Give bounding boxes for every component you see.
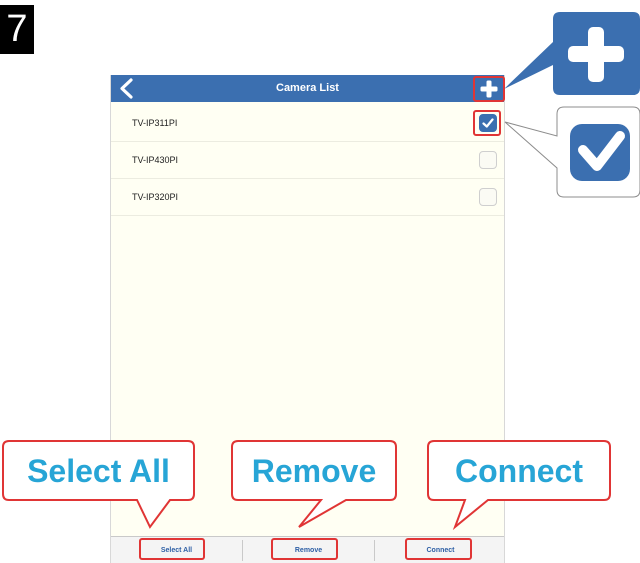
select-all-callout-label: Select All <box>27 453 170 489</box>
zoom-plus-callout <box>504 12 640 95</box>
remove-callout-label: Remove <box>251 453 377 489</box>
zoom-check-callout <box>504 106 640 198</box>
checkbox-checked-icon <box>570 124 630 181</box>
connect-callout-label: Connect <box>455 453 583 489</box>
